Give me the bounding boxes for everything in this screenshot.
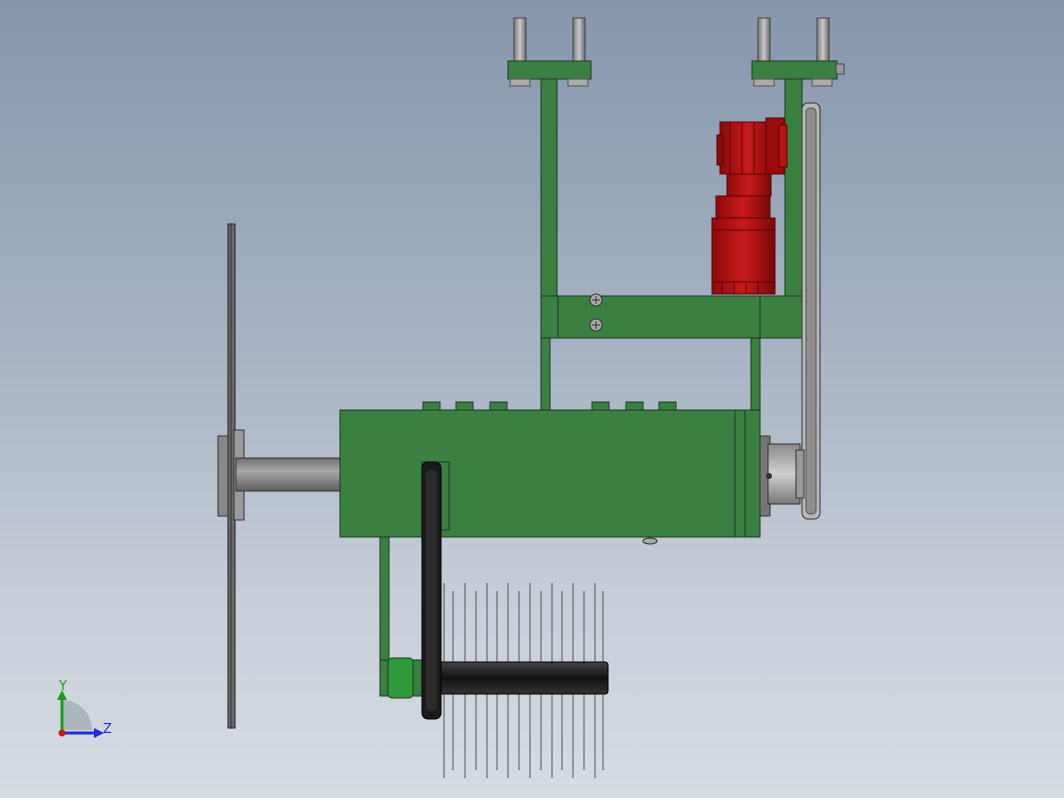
main-housing <box>339 401 761 545</box>
vertical-belt-drive <box>801 102 821 520</box>
triad-z-label: Z <box>103 722 112 737</box>
brush-support-arm <box>379 536 426 699</box>
machine-drawing: Y Z <box>57 17 845 778</box>
gear-motor <box>711 117 788 295</box>
cad-viewport[interactable]: Y Z <box>0 0 1064 798</box>
drive-hub <box>759 435 805 517</box>
triad-y-label: Y <box>58 679 67 694</box>
x-axis-dot-icon <box>58 729 66 737</box>
left-mount-bracket <box>507 17 592 300</box>
brush-belt <box>421 461 442 720</box>
main-shaft <box>235 457 341 492</box>
brush-roller <box>437 661 609 695</box>
triad-plane-icon <box>62 700 92 730</box>
coordinate-triad: Y Z <box>57 679 112 738</box>
